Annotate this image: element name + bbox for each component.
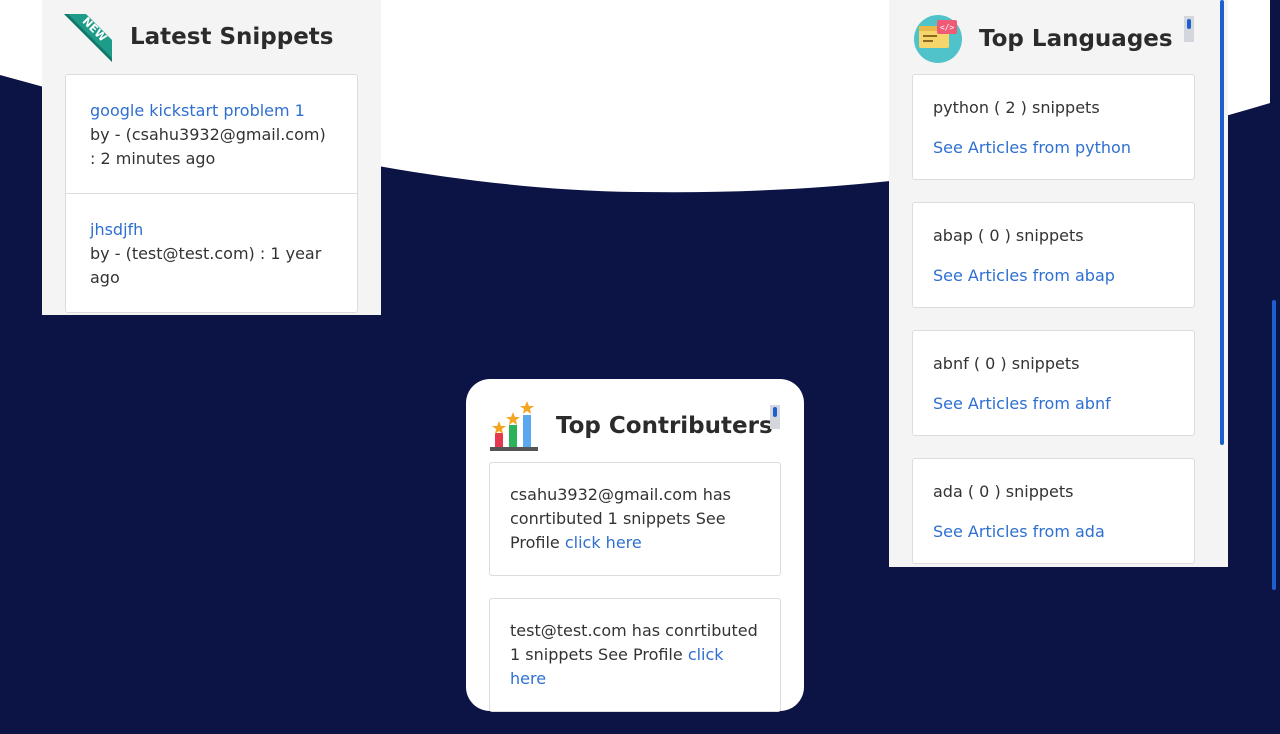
svg-text:</>: </>	[940, 23, 955, 32]
snippet-title-link[interactable]: jhsdjfh	[90, 220, 143, 239]
top-contributers-header: Top Contributers	[490, 401, 773, 451]
top-languages-inner-scrollbar[interactable]	[1220, 0, 1224, 445]
language-card: abnf ( 0 ) snippets See Articles from ab…	[912, 330, 1195, 436]
language-card: abap ( 0 ) snippets See Articles from ab…	[912, 202, 1195, 308]
language-count: abnf ( 0 ) snippets	[933, 354, 1080, 373]
language-count: python ( 2 ) snippets	[933, 98, 1100, 117]
scroll-thumb[interactable]	[773, 407, 777, 417]
language-articles-link[interactable]: See Articles from abnf	[933, 394, 1111, 413]
contributer-card: csahu3932@gmail.com has conrtibuted 1 sn…	[489, 462, 781, 576]
language-count: ada ( 0 ) snippets	[933, 482, 1074, 501]
top-contributers-title: Top Contributers	[556, 413, 773, 439]
language-articles-link[interactable]: See Articles from ada	[933, 522, 1105, 541]
contributer-card: test@test.com has conrtibuted 1 snippets…	[489, 598, 781, 712]
page-scrollbar[interactable]	[1270, 0, 1280, 720]
scroll-thumb[interactable]	[1187, 19, 1191, 29]
language-card: python ( 2 ) snippets See Articles from …	[912, 74, 1195, 180]
code-window-icon: </>	[914, 15, 962, 63]
top-contributers-scrollbar[interactable]	[770, 405, 780, 429]
top-contributers-list: csahu3932@gmail.com has conrtibuted 1 sn…	[489, 462, 781, 734]
top-languages-list: python ( 2 ) snippets See Articles from …	[912, 74, 1195, 586]
top-languages-header: </> Top Languages	[913, 14, 1173, 64]
bar-chart-stars-icon	[490, 401, 538, 451]
top-languages-scrollbar[interactable]	[1184, 16, 1194, 42]
latest-snippets-list: google kickstart problem 1 by - (csahu39…	[65, 74, 358, 313]
language-articles-link[interactable]: See Articles from abap	[933, 266, 1115, 285]
snippet-meta: by - (test@test.com) : 1 year ago	[90, 244, 322, 287]
latest-snippets-header: NEW Latest Snippets	[64, 12, 334, 62]
new-ribbon-icon: NEW	[64, 14, 112, 62]
language-card: ada ( 0 ) snippets See Articles from ada	[912, 458, 1195, 564]
snippet-item: jhsdjfh by - (test@test.com) : 1 year ag…	[66, 194, 357, 312]
latest-snippets-panel: NEW Latest Snippets google kickstart pro…	[42, 0, 381, 315]
snippet-title-link[interactable]: google kickstart problem 1	[90, 101, 305, 120]
language-articles-link[interactable]: See Articles from python	[933, 138, 1131, 157]
top-contributers-panel: Top Contributers csahu3932@gmail.com has…	[466, 379, 804, 712]
page-scroll-thumb[interactable]	[1272, 300, 1276, 590]
profile-link[interactable]: click here	[565, 533, 642, 552]
latest-snippets-title: Latest Snippets	[130, 24, 334, 50]
language-count: abap ( 0 ) snippets	[933, 226, 1084, 245]
snippet-meta: by - (csahu3932@gmail.com) : 2 minutes a…	[90, 125, 326, 168]
top-languages-title: Top Languages	[979, 26, 1173, 52]
top-languages-panel: </> Top Languages python ( 2 ) snippets …	[889, 0, 1228, 567]
snippet-item: google kickstart problem 1 by - (csahu39…	[66, 75, 357, 194]
